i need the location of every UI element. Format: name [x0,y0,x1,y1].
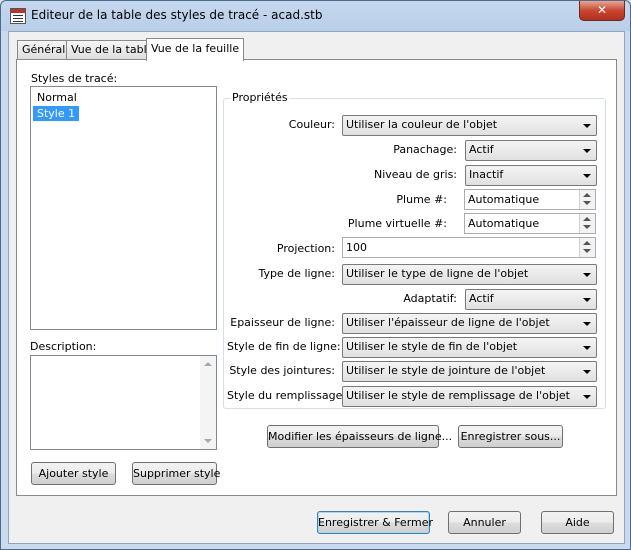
pen-value: Automatique [468,193,540,206]
window-title: Editeur de la table des styles de tracé … [31,8,323,22]
fill-style-select-value: Utiliser le style de remplissage de l'ob… [346,389,570,402]
screening-stepper-buttons[interactable] [579,238,595,257]
linetype-select[interactable]: Utiliser le type de ligne de l'objet [342,264,597,285]
chevron-down-icon [583,124,591,128]
color-select-value: Utiliser la couleur de l'objet [346,118,498,131]
virtual-pen-stepper[interactable]: Automatique [464,213,596,234]
app-icon [10,8,26,24]
lineweight-label: Epaisseur de ligne: [230,316,335,329]
dithering-select-value: Actif [469,143,494,156]
linetype-select-value: Utiliser le type de ligne de l'objet [346,267,529,280]
dithering-select[interactable]: Actif [465,140,597,161]
tab-general[interactable]: Général [17,40,71,59]
stepper-up-icon[interactable] [583,193,591,197]
tab-sheet-view[interactable]: Vue de la feuille [146,38,245,61]
line-join-style-select-value: Utiliser le style de jointure de l'objet [346,364,546,377]
add-style-button[interactable]: Ajouter style [31,462,116,485]
chevron-down-icon [583,395,591,399]
fill-style-select[interactable]: Utiliser le style de remplissage de l'ob… [342,386,597,407]
chevron-down-icon [583,322,591,326]
adaptive-select[interactable]: Actif [465,289,597,310]
stepper-up-icon[interactable] [583,217,591,221]
screening-stepper[interactable]: 100 [342,237,596,258]
line-join-style-label: Style des jointures: [229,364,335,377]
scroll-down-icon[interactable] [204,439,212,443]
stepper-down-icon[interactable] [583,201,591,205]
grayscale-label: Niveau de gris: [373,168,457,181]
stepper-up-icon[interactable] [583,241,591,245]
description-field[interactable] [30,355,217,450]
scroll-up-icon[interactable] [204,362,212,366]
stepper-down-icon[interactable] [583,249,591,253]
modify-lineweights-button[interactable]: Modifier les épaisseurs de ligne... [267,425,452,448]
color-label: Couleur: [288,118,335,131]
line-end-style-label: Style de fin de ligne: [227,340,341,353]
line-join-style-select[interactable]: Utiliser le style de jointure de l'objet [342,361,597,382]
screening-value: 100 [346,241,367,254]
chevron-down-icon [583,174,591,178]
plot-styles-list[interactable]: Normal Style 1 [30,86,217,330]
chevron-down-icon [583,149,591,153]
tab-table-view[interactable]: Vue de la table [66,40,159,59]
cancel-button[interactable]: Annuler [448,511,521,534]
lineweight-select-value: Utiliser l'épaisseur de ligne de l'objet [346,316,550,329]
chevron-down-icon [583,273,591,277]
list-item[interactable]: Style 1 [33,106,80,121]
line-end-style-select-value: Utiliser le style de fin de l'objet [346,340,518,353]
lineweight-select[interactable]: Utiliser l'épaisseur de ligne de l'objet [342,313,597,334]
adaptive-label: Adaptatif: [403,292,457,305]
help-button[interactable]: Aide [541,511,614,534]
pen-label: Plume #: [396,193,447,206]
virtual-pen-stepper-buttons[interactable] [579,214,595,233]
adaptive-select-value: Actif [469,292,494,305]
close-button[interactable]: ✕ [579,1,625,21]
save-and-close-button[interactable]: Enregistrer & Fermer [317,511,433,534]
save-as-button[interactable]: Enregistrer sous... [458,425,563,448]
color-select[interactable]: Utiliser la couleur de l'objet [342,115,597,136]
chevron-down-icon [583,346,591,350]
screening-label: Projection: [276,242,335,255]
tab-panel-sheet-view: Styles de tracé: Normal Style 1 Descript… [16,59,617,496]
pen-stepper-buttons[interactable] [579,190,595,209]
pen-stepper[interactable]: Automatique [464,189,596,210]
virtual-pen-label: Plume virtuelle #: [347,217,447,230]
virtual-pen-value: Automatique [468,217,540,230]
description-scrollbar[interactable] [200,356,216,449]
stepper-down-icon[interactable] [583,225,591,229]
delete-style-button[interactable]: Supprimer style [132,462,220,485]
dialog-window: Editeur de la table des styles de tracé … [0,0,631,550]
list-item[interactable]: Normal [33,90,81,105]
line-end-style-select[interactable]: Utiliser le style de fin de l'objet [342,337,597,358]
grayscale-select-value: Inactif [469,168,504,181]
dialog-client: Général Vue de la table Vue de la feuill… [8,31,625,544]
description-label: Description: [30,340,97,353]
chevron-down-icon [583,370,591,374]
grayscale-select[interactable]: Inactif [465,165,597,186]
dithering-label: Panachage: [393,143,457,156]
chevron-down-icon [583,298,591,302]
fill-style-label: Style du remplissage: [227,389,347,402]
plot-styles-label: Styles de tracé: [31,72,118,85]
properties-group-title: Propriétés [230,91,290,104]
linetype-label: Type de ligne: [258,267,335,280]
title-bar[interactable]: Editeur de la table des styles de tracé … [1,1,630,31]
